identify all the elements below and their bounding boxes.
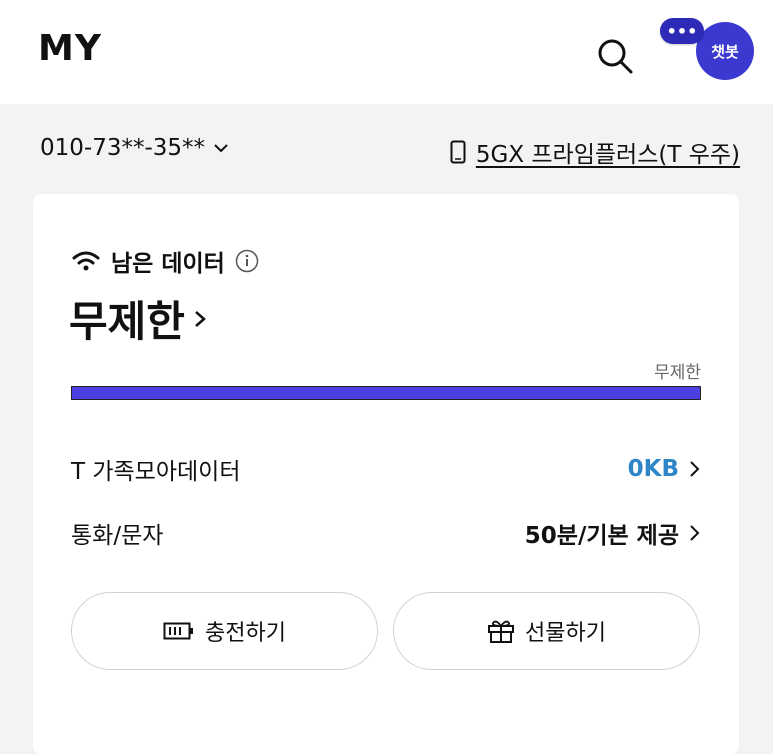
charge-button[interactable]: 충전하기 bbox=[71, 592, 378, 670]
line-info-row: 010-73**-35** 5GX 프라임플러스(T 우주) bbox=[40, 135, 740, 169]
data-bar-label: 무제한 bbox=[654, 363, 701, 383]
chatbot-label: 챗봇 bbox=[711, 42, 739, 61]
chatbot-button[interactable]: 챗봇 bbox=[696, 22, 754, 80]
wifi-icon bbox=[72, 251, 100, 271]
gift-button[interactable]: 선물하기 bbox=[393, 592, 700, 670]
phone-number: 010-73**-35** bbox=[40, 135, 206, 161]
plan-link[interactable]: 5GX 프라임플러스(T 우주) bbox=[450, 135, 740, 169]
phone-number-selector[interactable]: 010-73**-35** bbox=[40, 135, 229, 161]
data-usage-bar bbox=[71, 386, 701, 400]
chevron-down-icon bbox=[214, 144, 228, 153]
chevron-right-icon bbox=[195, 310, 206, 327]
remaining-data-label: 남은 데이터 bbox=[71, 244, 259, 278]
call-text-row[interactable]: 통화/문자 50분/기본 제공 bbox=[71, 516, 701, 550]
call-text-value: 50분/기본 제공 bbox=[524, 523, 679, 549]
phone-device-icon bbox=[450, 140, 466, 164]
battery-icon bbox=[163, 622, 194, 640]
family-data-value: 0KB bbox=[627, 456, 679, 482]
call-text-value-group: 50분/기본 제공 bbox=[525, 516, 701, 550]
family-data-label: T 가족모아데이터 bbox=[71, 459, 241, 485]
header: MY 챗봇 ••• bbox=[0, 0, 773, 104]
family-data-row[interactable]: T 가족모아데이터 0KB bbox=[71, 452, 701, 486]
chevron-right-icon bbox=[690, 461, 700, 477]
remaining-data-text: 남은 데이터 bbox=[111, 251, 225, 277]
gift-icon bbox=[488, 620, 515, 643]
chevron-right-icon bbox=[690, 525, 700, 541]
plan-name: 5GX 프라임플러스(T 우주) bbox=[475, 142, 740, 168]
remaining-data-value[interactable]: 무제한 bbox=[69, 288, 207, 349]
info-icon[interactable] bbox=[235, 249, 259, 273]
gift-label: 선물하기 bbox=[525, 621, 606, 646]
data-card: 남은 데이터 무제한 무제한 T 가족모아데이터 0KB 통화/문자 50분/기… bbox=[33, 194, 739, 754]
search-button[interactable] bbox=[594, 35, 636, 77]
page-title: MY bbox=[38, 28, 102, 69]
call-text-label: 통화/문자 bbox=[71, 523, 164, 549]
family-data-value-group: 0KB bbox=[628, 456, 701, 482]
charge-label: 충전하기 bbox=[205, 621, 286, 646]
chat-bubble-icon: ••• bbox=[660, 18, 704, 44]
data-usage-bar-fill bbox=[72, 387, 700, 399]
search-icon bbox=[598, 39, 633, 74]
remaining-data-amount: 무제한 bbox=[69, 297, 185, 346]
